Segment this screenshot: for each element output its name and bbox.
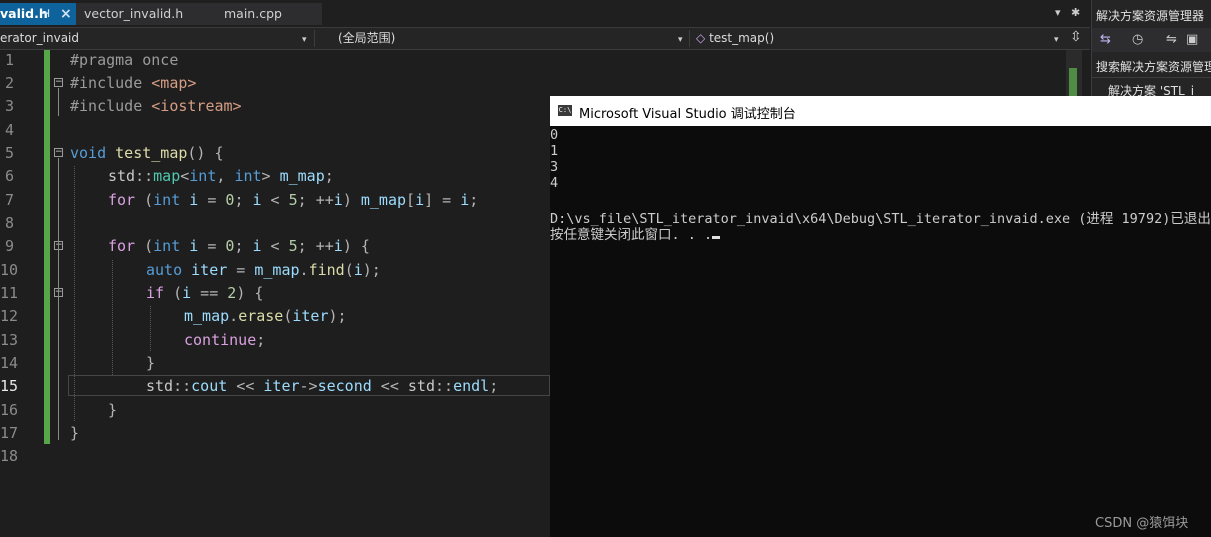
line-number: 6 <box>4 167 14 185</box>
back-forward-icon[interactable]: ⇋ <box>1166 32 1177 47</box>
divider <box>1092 77 1211 78</box>
navigation-bar: erator_invaid ▾ (全局范围) ▾ ◇ test_map() ▾ … <box>0 28 1090 50</box>
chevron-down-icon: ▾ <box>1054 35 1059 45</box>
collapse-icon[interactable]: − <box>54 148 63 157</box>
function-icon: ◇ <box>696 31 706 45</box>
debug-console-window[interactable]: C:\ Microsoft Visual Studio 调试控制台 0 1 3 … <box>550 96 1211 537</box>
document-tab-bar: valid.h ⊣ × vector_invalid.h main.cpp ▾ … <box>0 0 1090 28</box>
project-name: erator_invaid <box>0 31 79 45</box>
tab-label: vector_invalid.h <box>84 6 184 21</box>
history-icon[interactable]: ◷ <box>1132 32 1143 47</box>
code-line: #include <map> <box>70 74 197 92</box>
panel-toolbar: ⇆ ◷ ⇋ ▣ <box>1092 28 1211 52</box>
console-prompt-text: 按任意键关闭此窗口. . . <box>550 227 713 243</box>
code-line: if (i == 2) { <box>146 284 264 302</box>
line-number: 5 <box>4 144 14 162</box>
code-line-current: std::cout << iter->second << std::endl; <box>146 377 499 395</box>
code-line: } <box>108 401 118 419</box>
code-line: std::map<int, int> m_map; <box>108 167 334 185</box>
console-output-line: 0 <box>550 127 559 143</box>
panel-title: 解决方案资源管理器 <box>1096 9 1205 23</box>
console-output-line: 按任意键关闭此窗口. . . <box>550 223 721 243</box>
console-title-bar[interactable]: C:\ Microsoft Visual Studio 调试控制台 <box>550 96 1211 126</box>
function-dropdown[interactable]: ◇ test_map() ▾ <box>696 30 1066 47</box>
line-number: 18 <box>0 447 19 465</box>
tab-valid-h[interactable]: valid.h ⊣ × <box>0 3 76 25</box>
code-line: continue; <box>184 331 266 349</box>
console-output-line: 4 <box>550 175 559 191</box>
line-number: 9 <box>4 237 14 255</box>
line-number: 10 <box>0 261 19 279</box>
console-title: Microsoft Visual Studio 调试控制台 <box>579 107 796 122</box>
code-line: for (int i = 0; i < 5; ++i) m_map[i] = i… <box>108 191 479 209</box>
outline-line <box>58 158 59 440</box>
chevron-down-icon: ▾ <box>302 35 307 45</box>
code-line: #include <iostream> <box>70 97 242 115</box>
code-line: for (int i = 0; i < 5; ++i) { <box>108 237 370 255</box>
code-line: } <box>70 424 80 442</box>
sync-icon[interactable]: ⇆ <box>1100 32 1111 47</box>
line-number: 7 <box>4 191 14 209</box>
tab-vector-invalid-h[interactable]: vector_invalid.h <box>76 3 216 25</box>
tab-main-cpp[interactable]: main.cpp <box>216 3 322 25</box>
watermark: CSDN @猿饵块 <box>1095 516 1189 531</box>
change-indicator-bar <box>44 50 50 444</box>
line-number: 3 <box>4 97 14 115</box>
pin-icon[interactable]: ⊣ <box>40 3 50 25</box>
line-number: 1 <box>4 51 14 69</box>
console-output-line: 3 <box>550 159 559 175</box>
scope-dropdown[interactable]: (全局范围) ▾ <box>320 30 690 47</box>
tab-label: main.cpp <box>224 6 282 21</box>
code-line: #pragma once <box>70 51 179 69</box>
outline-line <box>58 88 59 116</box>
line-number: 13 <box>0 331 19 349</box>
indent-guide <box>150 306 151 351</box>
collapse-all-icon[interactable]: ▣ <box>1186 32 1198 47</box>
collapse-icon[interactable]: − <box>54 78 63 87</box>
line-number: 4 <box>4 121 14 139</box>
code-line: void test_map() { <box>70 144 224 162</box>
console-output-line: 1 <box>550 143 559 159</box>
indent-guide <box>112 260 113 375</box>
settings-icon[interactable]: ✱ <box>1071 6 1080 19</box>
line-number: 14 <box>0 354 19 372</box>
code-line: } <box>146 354 156 372</box>
split-icon[interactable]: ⇳ <box>1070 29 1082 45</box>
code-line: auto iter = m_map.find(i); <box>146 261 381 279</box>
line-number: 12 <box>0 307 19 325</box>
line-number: 2 <box>4 74 14 92</box>
chevron-down-icon: ▾ <box>678 35 683 45</box>
line-number: 8 <box>4 214 14 232</box>
console-cursor <box>712 236 721 239</box>
scope-label: (全局范围) <box>338 31 396 45</box>
tab-list-dropdown-icon[interactable]: ▾ <box>1055 6 1061 19</box>
function-label: test_map() <box>709 31 775 45</box>
line-number: 16 <box>0 401 19 419</box>
code-line: m_map.erase(iter); <box>184 307 347 325</box>
project-dropdown[interactable]: erator_invaid ▾ <box>0 30 315 47</box>
line-number: 17 <box>0 424 19 442</box>
close-icon[interactable]: × <box>60 3 72 25</box>
solution-search-box[interactable]: 搜索解决方案资源管理 <box>1096 58 1211 75</box>
console-app-icon: C:\ <box>558 105 572 116</box>
line-number: 11 <box>0 284 19 302</box>
line-number: 15 <box>0 377 19 395</box>
